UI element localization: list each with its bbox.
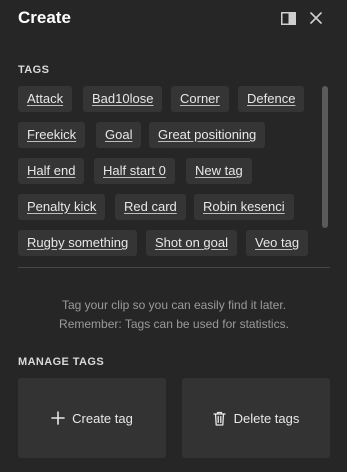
manage-tags-label: MANAGE TAGS <box>18 356 105 368</box>
tag-bad10lose[interactable]: Bad10lose <box>83 86 163 112</box>
panel-toggle-icon[interactable] <box>280 10 296 26</box>
create-tag-label: Create tag <box>72 410 133 426</box>
tag-great-positioning[interactable]: Great positioning <box>149 122 266 148</box>
delete-tags-button[interactable]: Delete tags <box>182 378 330 458</box>
tag-list: Attack Bad10lose Corner Defence Freekick… <box>18 86 318 258</box>
tag-hint: Tag your clip so you can easily find it … <box>18 296 330 334</box>
hint-line-1: Tag your clip so you can easily find it … <box>61 298 287 312</box>
trash-icon <box>213 411 227 426</box>
tag-corner[interactable]: Corner <box>171 86 229 112</box>
delete-tags-label: Delete tags <box>233 410 300 426</box>
tag-penalty-kick[interactable]: Penalty kick <box>18 194 106 220</box>
tag-goal[interactable]: Goal <box>96 122 142 148</box>
plus-icon <box>51 411 65 426</box>
tag-freekick[interactable]: Freekick <box>18 122 86 148</box>
tag-half-end[interactable]: Half end <box>18 158 85 184</box>
tag-rugby-something[interactable]: Rugby something <box>18 230 138 256</box>
tag-shot-on-goal[interactable]: Shot on goal <box>146 230 238 256</box>
panel-title: Create <box>18 8 71 27</box>
divider <box>18 267 330 268</box>
tag-defence[interactable]: Defence <box>238 86 305 112</box>
tag-half-start-0[interactable]: Half start 0 <box>94 158 175 184</box>
tag-veo-tag[interactable]: Veo tag <box>246 230 309 256</box>
tag-red-card[interactable]: Red card <box>115 194 186 220</box>
tags-section-label: TAGS <box>18 64 50 76</box>
hint-line-2: Remember: Tags can be used for statistic… <box>59 317 289 331</box>
tag-attack[interactable]: Attack <box>18 86 73 112</box>
tag-list-scrollbar[interactable] <box>322 86 328 228</box>
create-tag-button[interactable]: Create tag <box>18 378 166 458</box>
tag-new-tag[interactable]: New tag <box>186 158 252 184</box>
tag-robin-kesenci[interactable]: Robin kesenci <box>194 194 294 220</box>
panel-header: Create <box>0 0 347 36</box>
close-icon[interactable] <box>308 10 324 26</box>
